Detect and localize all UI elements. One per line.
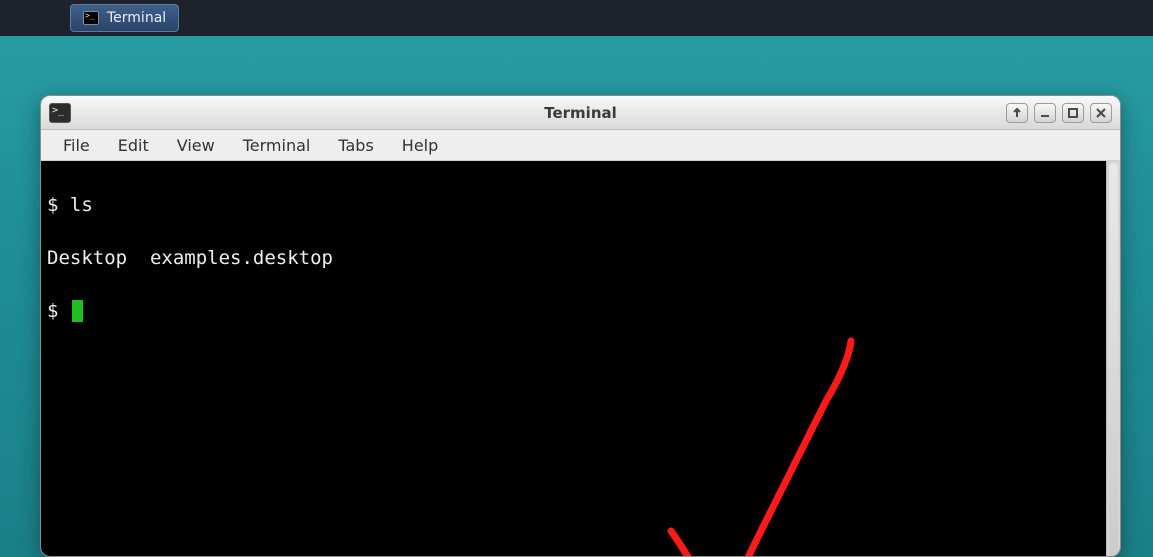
shade-icon: [1011, 107, 1023, 119]
titlebar[interactable]: Terminal: [41, 96, 1120, 130]
close-button[interactable]: [1090, 103, 1112, 123]
taskbar: Terminal: [0, 0, 1153, 36]
checkmark-annotation-icon: [641, 321, 901, 557]
terminal-content[interactable]: $ ls Desktop examples.desktop $: [41, 161, 1106, 556]
menubar: File Edit View Terminal Tabs Help: [41, 130, 1120, 161]
terminal-cursor: [72, 300, 83, 322]
menu-view[interactable]: View: [165, 132, 227, 159]
shade-button[interactable]: [1006, 103, 1028, 123]
taskbar-item-label: Terminal: [107, 10, 166, 26]
terminal-line: $ ls: [47, 192, 1100, 219]
scrollbar[interactable]: [1106, 161, 1120, 556]
terminal-icon: [83, 11, 99, 25]
terminal-icon: [49, 103, 71, 123]
menu-help[interactable]: Help: [390, 132, 450, 159]
menu-file[interactable]: File: [51, 132, 102, 159]
maximize-button[interactable]: [1062, 103, 1084, 123]
menu-edit[interactable]: Edit: [106, 132, 161, 159]
maximize-icon: [1067, 107, 1079, 119]
terminal-prompt-line: $: [47, 298, 1100, 325]
terminal-window: Terminal File Edit View Terminal Tabs He…: [40, 95, 1121, 557]
terminal-line: Desktop examples.desktop: [47, 245, 1100, 272]
menu-terminal[interactable]: Terminal: [231, 132, 323, 159]
window-title: Terminal: [41, 104, 1120, 122]
taskbar-item-terminal[interactable]: Terminal: [70, 4, 179, 32]
minimize-icon: [1039, 107, 1051, 119]
close-icon: [1095, 107, 1107, 119]
minimize-button[interactable]: [1034, 103, 1056, 123]
window-controls: [1006, 103, 1112, 123]
menu-tabs[interactable]: Tabs: [326, 132, 385, 159]
terminal-prompt: $: [47, 300, 70, 322]
terminal-body: $ ls Desktop examples.desktop $: [41, 161, 1120, 556]
scrollbar-thumb[interactable]: [1109, 163, 1118, 557]
